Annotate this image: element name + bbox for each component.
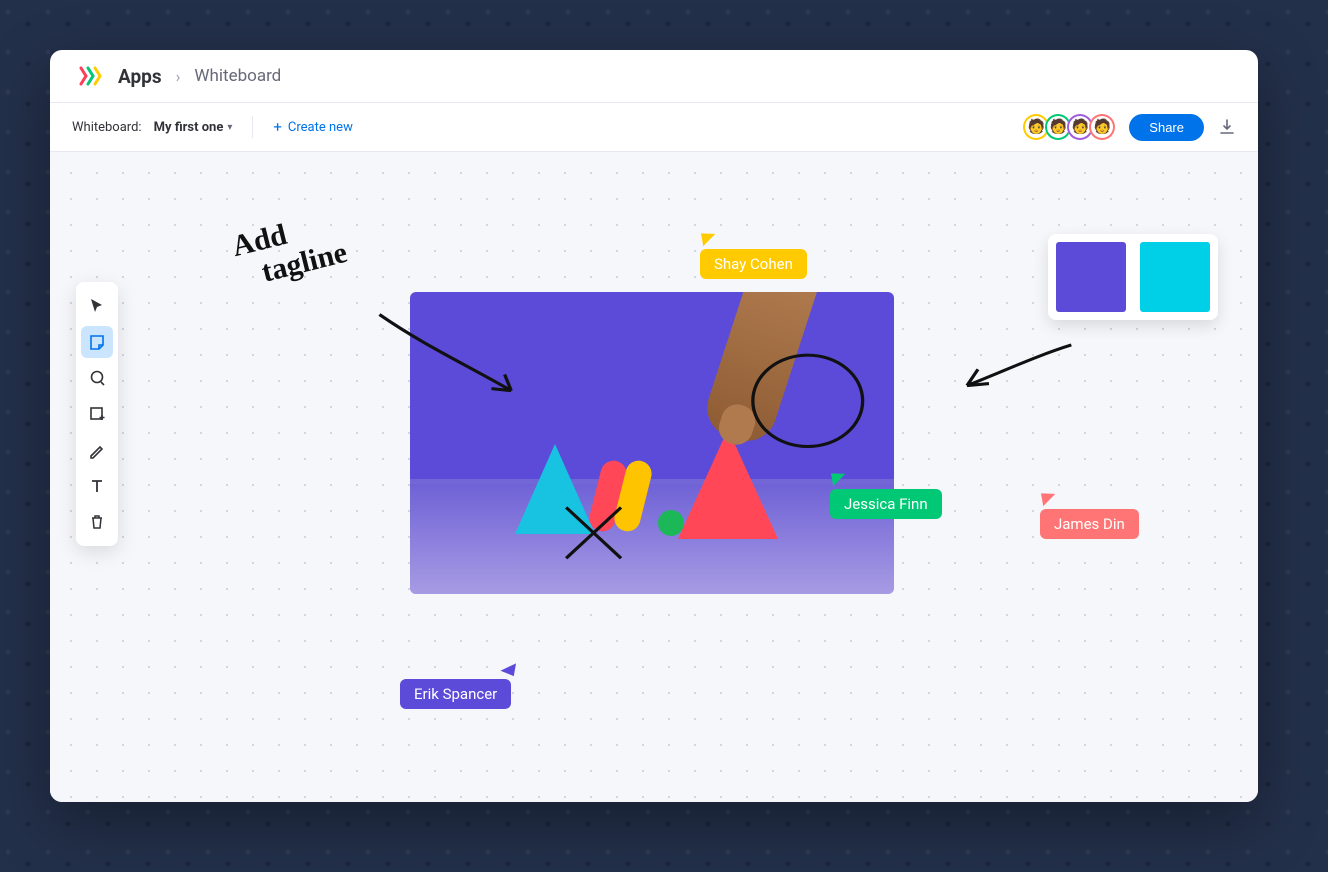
whiteboard-canvas[interactable]: Add tagline Shay Cohen Jessica Finn Jame… <box>50 152 1258 802</box>
avatar[interactable]: 🧑 <box>1089 114 1115 140</box>
breadcrumb-separator-icon: › <box>176 67 181 86</box>
pen-tool[interactable] <box>81 434 113 466</box>
presence-cursor-shay: Shay Cohen <box>700 232 807 279</box>
presence-cursor-erik: Erik Spancer <box>400 662 511 709</box>
tool-palette <box>76 282 118 546</box>
subheader: Whiteboard: My first one ▾ + Create new … <box>50 103 1258 152</box>
delete-tool[interactable] <box>81 506 113 538</box>
whiteboard-label: Whiteboard: <box>72 120 142 135</box>
whiteboard-selector[interactable]: My first one ▾ <box>154 120 233 135</box>
create-new-button[interactable]: + Create new <box>273 120 352 135</box>
subheader-left: Whiteboard: My first one ▾ + Create new <box>72 116 353 138</box>
app-logo-icon <box>78 66 104 86</box>
subheader-right: 🧑 🧑 🧑 🧑 Share <box>1027 114 1236 141</box>
cursor-label: Erik Spancer <box>400 679 511 709</box>
select-tool[interactable] <box>81 290 113 322</box>
header: Apps › Whiteboard <box>50 50 1258 103</box>
page-title: Whiteboard <box>194 66 281 86</box>
share-button[interactable]: Share <box>1129 114 1204 141</box>
whiteboard-name: My first one <box>154 120 224 135</box>
handwritten-annotation: Add tagline <box>229 206 350 294</box>
apps-breadcrumb[interactable]: Apps <box>118 65 162 88</box>
cursor-icon <box>500 661 516 676</box>
divider <box>252 116 253 138</box>
cursor-label: Jessica Finn <box>830 489 942 519</box>
collaborator-avatars: 🧑 🧑 🧑 🧑 <box>1027 114 1115 140</box>
canvas-image[interactable] <box>410 292 894 594</box>
cursor-icon <box>701 231 717 246</box>
cursor-label: James Din <box>1040 509 1139 539</box>
cursor-icon <box>831 471 847 486</box>
presence-cursor-james: James Din <box>1040 492 1139 539</box>
sticky-note-tool[interactable] <box>81 326 113 358</box>
chevron-down-icon: ▾ <box>227 122 232 133</box>
create-new-label: Create new <box>288 120 353 135</box>
cursor-label: Shay Cohen <box>700 249 807 279</box>
presence-cursor-jessica: Jessica Finn <box>830 472 942 519</box>
cursor-icon <box>1041 491 1057 506</box>
text-tool[interactable] <box>81 470 113 502</box>
color-swatch[interactable] <box>1056 242 1126 312</box>
color-swatches <box>1048 234 1218 320</box>
color-swatch[interactable] <box>1140 242 1210 312</box>
lasso-tool[interactable] <box>81 362 113 394</box>
app-window: Apps › Whiteboard Whiteboard: My first o… <box>50 50 1258 802</box>
plus-icon: + <box>273 120 282 135</box>
download-icon[interactable] <box>1218 118 1236 136</box>
shape-tool[interactable] <box>81 398 113 430</box>
